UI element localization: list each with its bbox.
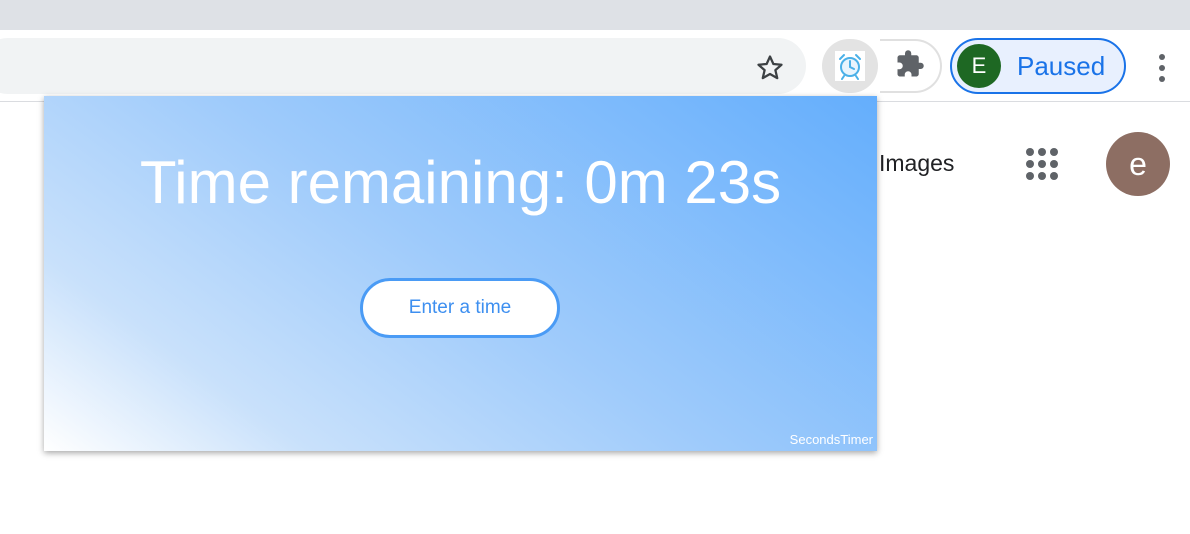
address-bar[interactable] (0, 38, 806, 94)
enter-time-button[interactable]: Enter a time (360, 278, 560, 338)
time-remaining-title: Time remaining: 0m 23s (139, 149, 782, 216)
profile-avatar: E (957, 44, 1001, 88)
star-icon[interactable] (750, 48, 790, 88)
tab-strip (0, 0, 1190, 30)
profile-status-label: Paused (1017, 50, 1106, 81)
alarm-clock-icon (835, 51, 865, 81)
browser-toolbar: E Paused (0, 30, 1190, 102)
more-vert-icon[interactable] (1146, 48, 1178, 88)
images-link[interactable]: Images (879, 150, 954, 177)
extensions-puzzle-button[interactable] (880, 39, 942, 93)
seconds-timer-extension-button[interactable] (822, 39, 878, 93)
account-avatar[interactable]: e (1106, 132, 1170, 196)
profile-chip[interactable]: E Paused (950, 38, 1126, 94)
brand-label: SecondsTimer (789, 432, 873, 447)
puzzle-icon (895, 49, 925, 84)
apps-grid-icon[interactable] (1024, 146, 1060, 182)
timer-popup: Time remaining: 0m 23s Enter a time Seco… (44, 96, 877, 451)
